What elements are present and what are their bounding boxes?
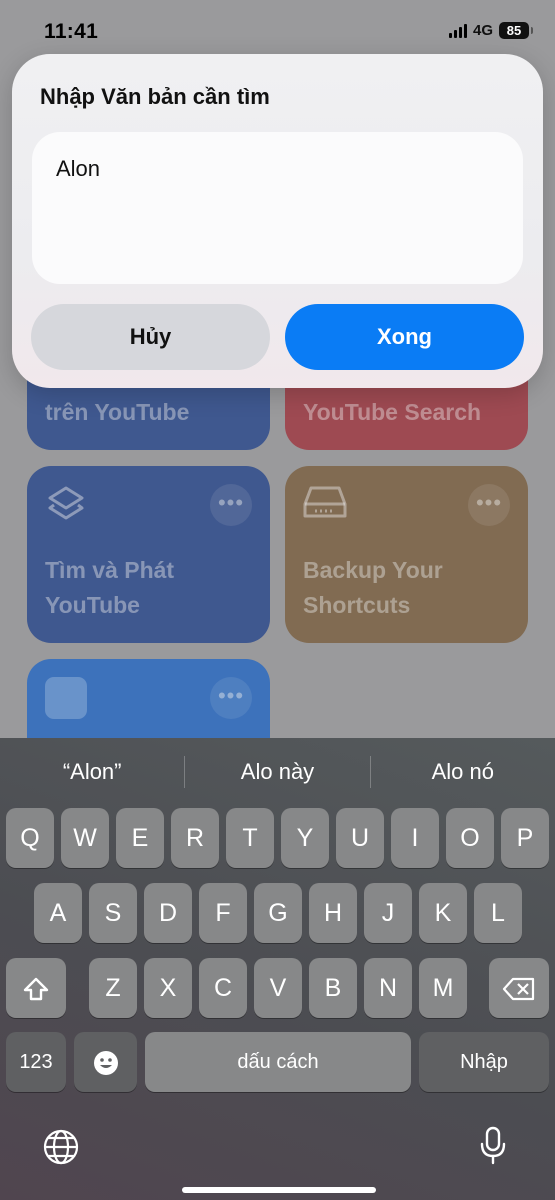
shift-icon	[23, 978, 49, 1001]
key-h[interactable]: H	[309, 883, 357, 943]
key-m[interactable]: M	[419, 958, 467, 1018]
suggestion-item[interactable]: Alo nó	[371, 738, 555, 806]
key-a[interactable]: A	[34, 883, 82, 943]
backspace-icon	[502, 978, 535, 1001]
numbers-key[interactable]: 123	[6, 1032, 66, 1092]
key-i[interactable]: I	[391, 808, 439, 868]
key-y[interactable]: Y	[281, 808, 329, 868]
key-k[interactable]: K	[419, 883, 467, 943]
status-time: 11:41	[44, 20, 99, 43]
key-n[interactable]: N	[364, 958, 412, 1018]
key-o[interactable]: O	[446, 808, 494, 868]
home-indicator[interactable]	[182, 1187, 376, 1193]
key-p[interactable]: P	[501, 808, 549, 868]
emoji-icon	[93, 1051, 118, 1076]
key-l[interactable]: L	[474, 883, 522, 943]
status-bar: 11:41 4G 85	[0, 0, 555, 62]
key-j[interactable]: J	[364, 883, 412, 943]
return-key[interactable]: Nhập	[419, 1032, 549, 1092]
key-x[interactable]: X	[144, 958, 192, 1018]
search-dialog: Nhập Văn bản cần tìm Alon Hủy Xong	[12, 54, 543, 388]
emoji-key[interactable]	[74, 1032, 137, 1092]
key-v[interactable]: V	[254, 958, 302, 1018]
key-c[interactable]: C	[199, 958, 247, 1018]
space-key[interactable]: dấu cách	[145, 1032, 411, 1092]
key-b[interactable]: B	[309, 958, 357, 1018]
dialog-title: Nhập Văn bản cần tìm	[40, 84, 270, 109]
suggestion-bar: “Alon” Alo này Alo nó	[0, 738, 555, 806]
key-s[interactable]: S	[89, 883, 137, 943]
key-d[interactable]: D	[144, 883, 192, 943]
cancel-button[interactable]: Hủy	[31, 304, 270, 370]
microphone-icon[interactable]	[478, 1126, 508, 1171]
key-g[interactable]: G	[254, 883, 302, 943]
done-button[interactable]: Xong	[285, 304, 524, 370]
globe-icon[interactable]	[42, 1128, 80, 1171]
suggestion-item[interactable]: “Alon”	[0, 738, 184, 806]
key-f[interactable]: F	[199, 883, 247, 943]
battery-icon: 85	[499, 22, 533, 39]
shift-key[interactable]	[6, 958, 66, 1018]
key-e[interactable]: E	[116, 808, 164, 868]
keyboard: “Alon” Alo này Alo nó Q W E R T Y U I O …	[0, 738, 555, 1200]
key-u[interactable]: U	[336, 808, 384, 868]
network-type: 4G	[472, 22, 493, 39]
key-z[interactable]: Z	[89, 958, 137, 1018]
search-text-input[interactable]: Alon	[32, 132, 523, 284]
suggestion-item[interactable]: Alo này	[185, 738, 369, 806]
key-t[interactable]: T	[226, 808, 274, 868]
status-indicators: 4G 85	[448, 22, 533, 39]
key-w[interactable]: W	[61, 808, 109, 868]
delete-key[interactable]	[489, 958, 549, 1018]
signal-icon	[448, 23, 467, 38]
key-q[interactable]: Q	[6, 808, 54, 868]
key-r[interactable]: R	[171, 808, 219, 868]
